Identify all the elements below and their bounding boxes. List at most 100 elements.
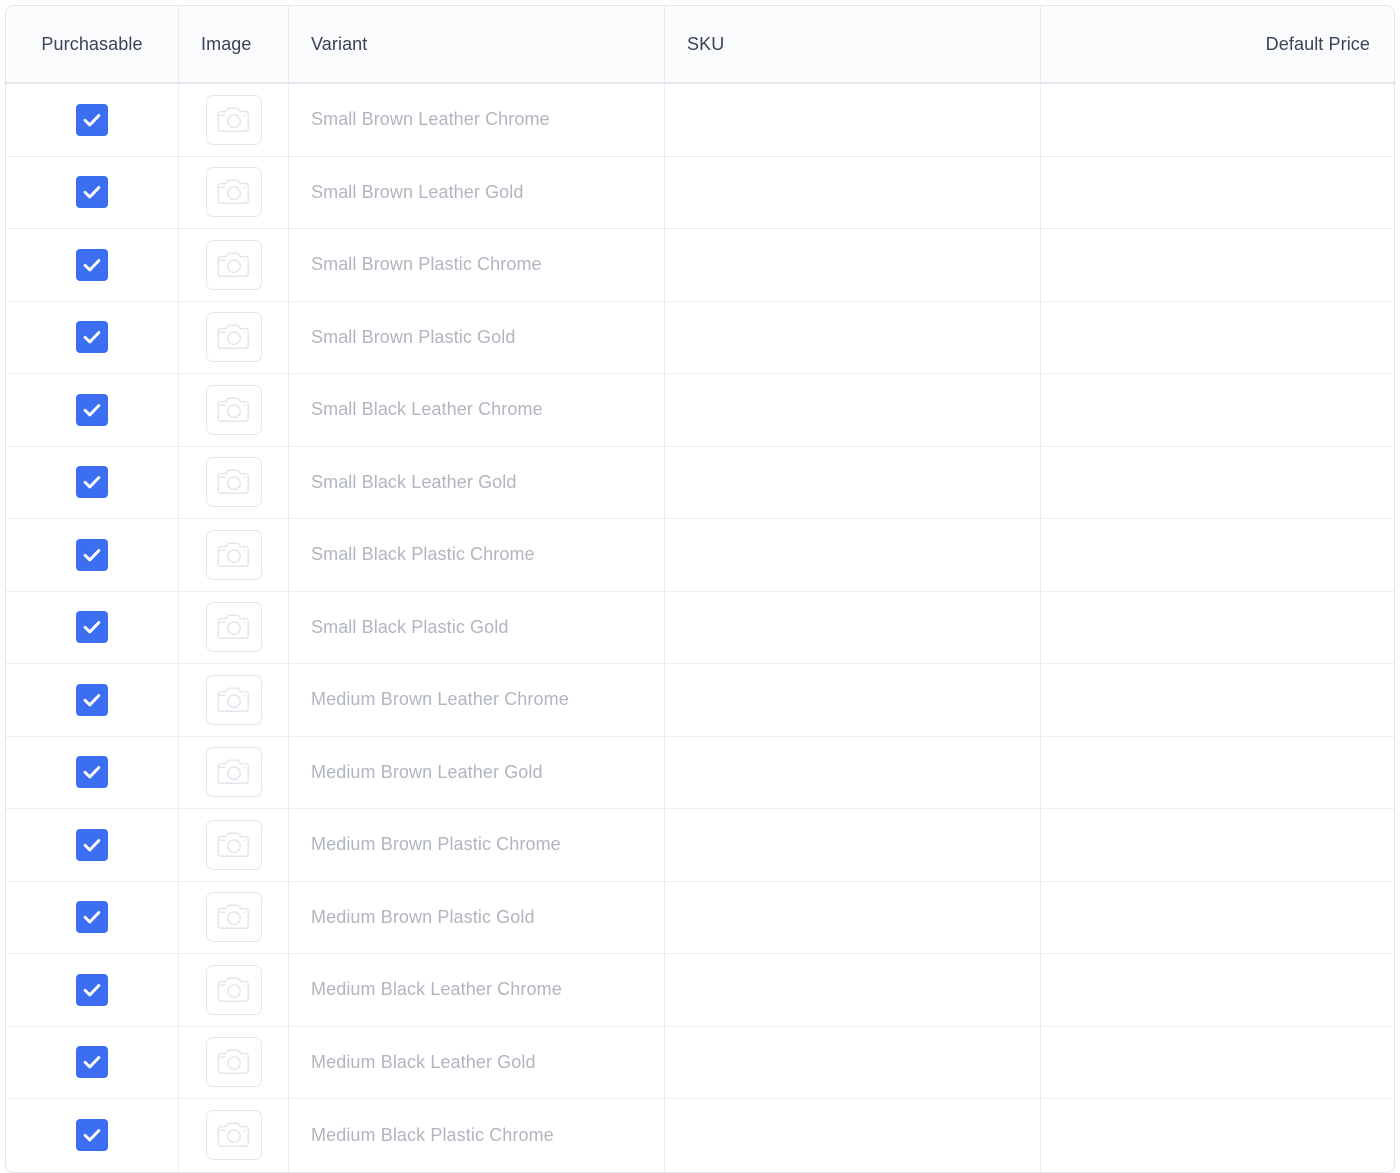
camera-icon (216, 759, 249, 785)
column-header-sku: SKU (665, 6, 1041, 84)
variant-image-upload[interactable] (205, 964, 262, 1015)
cell-purchasable (6, 156, 179, 229)
sku-input[interactable] (665, 1099, 1040, 1172)
cell-variant: Small Black Leather Chrome (289, 374, 665, 447)
sku-input[interactable] (665, 519, 1040, 591)
default-price-input[interactable] (1041, 446, 1394, 518)
purchasable-checkbox[interactable] (76, 973, 108, 1006)
sku-input[interactable] (665, 954, 1040, 1026)
cell-default-price (1041, 881, 1394, 954)
variant-image-upload[interactable] (205, 747, 262, 798)
cell-sku (665, 446, 1041, 519)
variant-image-upload[interactable] (205, 892, 262, 943)
purchasable-checkbox[interactable] (76, 393, 108, 426)
default-price-input[interactable] (1041, 519, 1394, 591)
cell-image (179, 229, 289, 302)
purchasable-checkbox[interactable] (76, 828, 108, 861)
default-price-input[interactable] (1041, 156, 1394, 228)
cell-image (179, 664, 289, 737)
variant-name-label: Medium Black Leather Gold (311, 1051, 536, 1072)
cell-default-price (1041, 809, 1394, 882)
purchasable-checkbox[interactable] (76, 466, 108, 499)
variant-image-upload[interactable] (205, 239, 262, 290)
sku-input[interactable] (665, 229, 1040, 301)
default-price-input[interactable] (1041, 1099, 1394, 1172)
cell-sku (665, 881, 1041, 954)
sku-input[interactable] (665, 84, 1040, 156)
sku-input[interactable] (665, 591, 1040, 663)
variant-image-upload[interactable] (205, 312, 262, 363)
variant-image-upload[interactable] (205, 819, 262, 870)
table-row: Medium Black Leather Gold (6, 1026, 1394, 1099)
cell-variant: Medium Brown Leather Gold (289, 736, 665, 809)
default-price-input[interactable] (1041, 881, 1394, 953)
camera-icon (216, 614, 249, 640)
default-price-input[interactable] (1041, 301, 1394, 373)
variant-image-upload[interactable] (205, 529, 262, 580)
cell-image (179, 519, 289, 592)
table-header-row: Purchasable Image Variant SKU Default Pr… (6, 6, 1394, 84)
cell-variant: Medium Black Plastic Chrome (289, 1099, 665, 1172)
purchasable-checkbox[interactable] (76, 756, 108, 789)
cell-purchasable (6, 446, 179, 519)
variant-image-upload[interactable] (205, 457, 262, 508)
camera-icon (216, 1122, 249, 1148)
purchasable-checkbox[interactable] (76, 901, 108, 934)
cell-sku (665, 519, 1041, 592)
table-row: Small Black Leather Chrome (6, 374, 1394, 447)
column-header-default-price: Default Price (1041, 6, 1394, 84)
variant-image-upload[interactable] (205, 1110, 262, 1161)
default-price-input[interactable] (1041, 1026, 1394, 1098)
variant-name-label: Small Black Leather Gold (311, 471, 517, 492)
purchasable-checkbox[interactable] (76, 611, 108, 644)
sku-input[interactable] (665, 664, 1040, 736)
table-row: Medium Black Leather Chrome (6, 954, 1394, 1027)
default-price-input[interactable] (1041, 84, 1394, 156)
variant-image-upload[interactable] (205, 167, 262, 218)
cell-sku (665, 1099, 1041, 1172)
default-price-input[interactable] (1041, 954, 1394, 1026)
default-price-input[interactable] (1041, 229, 1394, 301)
variant-image-upload[interactable] (205, 384, 262, 435)
default-price-input[interactable] (1041, 591, 1394, 663)
table-row: Small Black Plastic Chrome (6, 519, 1394, 592)
variant-image-upload[interactable] (205, 674, 262, 725)
sku-input[interactable] (665, 1026, 1040, 1098)
purchasable-checkbox[interactable] (76, 176, 108, 209)
cell-image (179, 954, 289, 1027)
variant-image-upload[interactable] (205, 1037, 262, 1088)
default-price-input[interactable] (1041, 664, 1394, 736)
cell-purchasable (6, 229, 179, 302)
table-row: Small Brown Plastic Chrome (6, 229, 1394, 302)
purchasable-checkbox[interactable] (76, 103, 108, 136)
purchasable-checkbox[interactable] (76, 683, 108, 716)
sku-input[interactable] (665, 374, 1040, 446)
purchasable-checkbox[interactable] (76, 1046, 108, 1079)
cell-sku (665, 156, 1041, 229)
default-price-input[interactable] (1041, 736, 1394, 808)
variant-image-upload[interactable] (205, 602, 262, 653)
cell-variant: Medium Brown Plastic Gold (289, 881, 665, 954)
cell-variant: Medium Brown Leather Chrome (289, 664, 665, 737)
sku-input[interactable] (665, 881, 1040, 953)
cell-variant: Medium Black Leather Chrome (289, 954, 665, 1027)
table-row: Medium Black Plastic Chrome (6, 1099, 1394, 1172)
sku-input[interactable] (665, 736, 1040, 808)
cell-sku (665, 84, 1041, 157)
column-header-purchasable: Purchasable (6, 6, 179, 84)
cell-variant: Small Brown Leather Chrome (289, 84, 665, 157)
purchasable-checkbox[interactable] (76, 248, 108, 281)
sku-input[interactable] (665, 446, 1040, 518)
purchasable-checkbox[interactable] (76, 538, 108, 571)
purchasable-checkbox[interactable] (76, 1119, 108, 1152)
cell-sku (665, 1026, 1041, 1099)
purchasable-checkbox[interactable] (76, 321, 108, 354)
variant-image-upload[interactable] (205, 94, 262, 145)
sku-input[interactable] (665, 301, 1040, 373)
default-price-input[interactable] (1041, 374, 1394, 446)
camera-icon (216, 324, 249, 350)
cell-sku (665, 229, 1041, 302)
default-price-input[interactable] (1041, 809, 1394, 881)
sku-input[interactable] (665, 809, 1040, 881)
sku-input[interactable] (665, 156, 1040, 228)
